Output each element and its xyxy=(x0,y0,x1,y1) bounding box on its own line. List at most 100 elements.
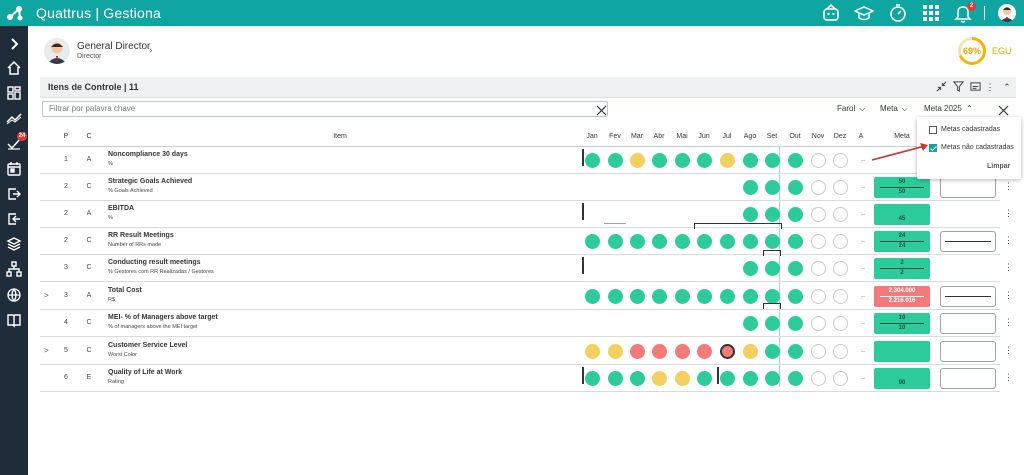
status-dot[interactable] xyxy=(788,207,803,222)
status-dot[interactable] xyxy=(811,207,826,222)
expand-menu-icon[interactable] xyxy=(6,36,22,52)
item-name-link[interactable]: Conducting result meetings xyxy=(108,259,201,266)
status-dot[interactable] xyxy=(675,153,690,168)
search-input[interactable]: Filtrar por palavra chave xyxy=(42,101,608,117)
globe-icon[interactable] xyxy=(6,287,22,303)
header-month[interactable]: Ago xyxy=(740,133,760,140)
book-icon[interactable] xyxy=(6,312,22,328)
meta-cell[interactable] xyxy=(874,341,930,362)
expand-row-icon[interactable]: > xyxy=(44,346,49,355)
status-dot[interactable] xyxy=(630,371,645,386)
status-dot[interactable] xyxy=(675,234,690,249)
status-dot[interactable] xyxy=(675,289,690,304)
meta-cell[interactable]: 24 24 xyxy=(874,231,930,252)
header-month[interactable]: Fev xyxy=(605,133,625,140)
header-month[interactable]: Dez xyxy=(830,133,850,140)
status-dot[interactable] xyxy=(811,180,826,195)
status-dot[interactable] xyxy=(608,371,623,386)
status-dot[interactable] xyxy=(608,153,623,168)
user-avatar[interactable] xyxy=(998,4,1016,22)
status-dot[interactable] xyxy=(833,344,848,359)
status-dot[interactable] xyxy=(811,289,826,304)
status-dot[interactable] xyxy=(788,180,803,195)
checkbox-metas-cadastradas[interactable] xyxy=(929,126,937,134)
status-dot[interactable] xyxy=(788,261,803,276)
status-dot[interactable] xyxy=(833,234,848,249)
row-menu-icon[interactable]: ⋮ xyxy=(1004,182,1013,191)
status-dot[interactable] xyxy=(630,289,645,304)
meta-cell[interactable]: 2.304.000 2.216.016 xyxy=(874,286,930,307)
item-name-link[interactable]: RR Result Meetings xyxy=(108,232,174,239)
status-dot[interactable] xyxy=(697,371,712,386)
meta-cell[interactable]: 10 10 xyxy=(874,313,930,334)
item-name-link[interactable]: Noncompliance 30 days xyxy=(108,151,188,158)
clear-search-icon[interactable] xyxy=(596,103,607,116)
status-dot[interactable] xyxy=(765,371,780,386)
header-month[interactable]: Set xyxy=(762,133,782,140)
meta-cell[interactable]: 45 xyxy=(874,204,930,225)
status-dot[interactable] xyxy=(743,289,758,304)
status-dot[interactable] xyxy=(788,289,803,304)
row-menu-icon[interactable]: ⋮ xyxy=(1004,263,1013,272)
card-view-icon[interactable] xyxy=(969,81,981,93)
status-dot[interactable] xyxy=(833,180,848,195)
status-dot[interactable] xyxy=(675,371,690,386)
header-meta[interactable]: Meta xyxy=(882,133,922,140)
close-icon[interactable] xyxy=(998,103,1009,116)
status-dot[interactable] xyxy=(833,261,848,276)
import-icon[interactable] xyxy=(6,211,22,227)
status-dot[interactable] xyxy=(833,371,848,386)
header-c[interactable]: C xyxy=(84,133,94,140)
header-a[interactable]: A xyxy=(856,133,866,140)
header-p[interactable]: P xyxy=(61,133,71,140)
item-name-link[interactable]: Customer Service Level xyxy=(108,342,187,349)
status-dot[interactable] xyxy=(765,344,780,359)
collapse-panel-icon[interactable]: ⌃ xyxy=(1001,81,1013,93)
status-dot[interactable] xyxy=(811,371,826,386)
status-dot[interactable] xyxy=(743,180,758,195)
item-name-link[interactable]: EBITDA xyxy=(108,205,134,212)
calendar-icon[interactable] xyxy=(6,161,22,177)
status-dot[interactable] xyxy=(697,153,712,168)
item-name-link[interactable]: Quality of Life at Work xyxy=(108,369,182,376)
status-dot[interactable] xyxy=(585,153,600,168)
status-dot[interactable] xyxy=(720,153,735,168)
status-dot[interactable] xyxy=(765,316,780,331)
home-icon[interactable] xyxy=(6,60,22,76)
status-dot[interactable] xyxy=(833,289,848,304)
status-dot[interactable] xyxy=(697,344,712,359)
status-dot[interactable] xyxy=(833,316,848,331)
clear-button[interactable]: Limpar xyxy=(987,163,1010,170)
status-dot[interactable] xyxy=(585,344,600,359)
status-dot[interactable] xyxy=(811,316,826,331)
status-dot[interactable] xyxy=(743,344,758,359)
status-dot[interactable] xyxy=(585,371,600,386)
status-dot[interactable] xyxy=(765,180,780,195)
status-dot[interactable] xyxy=(608,289,623,304)
farol-filter-button[interactable]: Farol ⌵ xyxy=(837,104,865,114)
status-dot[interactable] xyxy=(765,153,780,168)
status-dot[interactable] xyxy=(697,289,712,304)
header-month[interactable]: Out xyxy=(785,133,805,140)
row-menu-icon[interactable]: ⋮ xyxy=(1004,346,1013,355)
item-name-link[interactable]: MEI- % of Managers above target xyxy=(108,314,218,321)
timer-icon[interactable] xyxy=(888,3,908,23)
status-dot[interactable] xyxy=(765,234,780,249)
status-dot[interactable] xyxy=(788,344,803,359)
status-dot[interactable] xyxy=(811,261,826,276)
status-dot[interactable] xyxy=(811,234,826,249)
status-dot[interactable] xyxy=(765,261,780,276)
header-item[interactable]: Item xyxy=(320,133,360,140)
status-dot[interactable] xyxy=(652,371,667,386)
item-name-link[interactable]: Total Cost xyxy=(108,287,142,294)
meta-filter-button[interactable]: Meta ⌵ xyxy=(880,104,908,114)
status-dot[interactable] xyxy=(652,289,667,304)
filter-icon[interactable] xyxy=(952,81,964,93)
status-dot[interactable] xyxy=(788,316,803,331)
status-dot[interactable] xyxy=(630,153,645,168)
layers-icon[interactable] xyxy=(6,236,22,252)
status-dot[interactable] xyxy=(765,207,780,222)
meta-year-filter-button[interactable]: Meta 2025 ⌃ xyxy=(924,104,973,113)
row-menu-icon[interactable]: ⋮ xyxy=(1004,291,1013,300)
org-chart-icon[interactable] xyxy=(6,261,22,277)
